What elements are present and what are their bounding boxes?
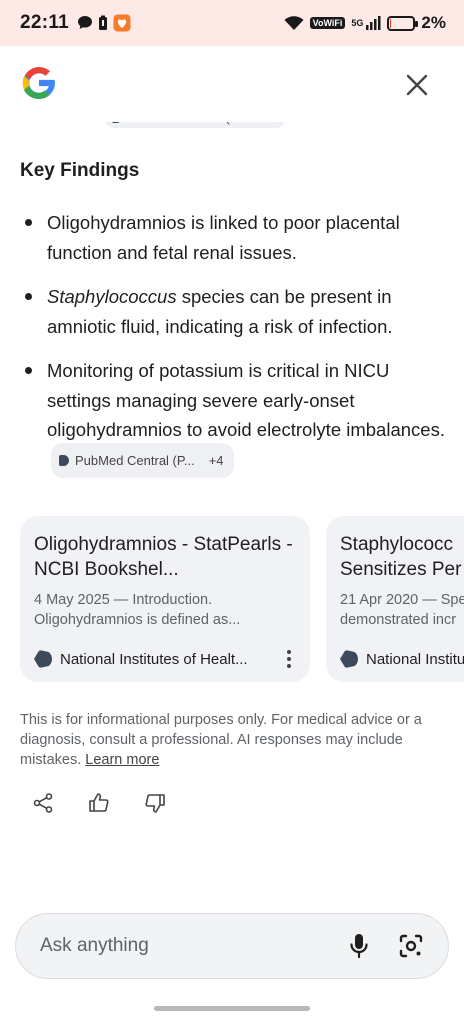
lens-button[interactable] [396, 931, 426, 961]
mic-button[interactable] [344, 931, 374, 961]
source-cards-carousel[interactable]: Oligohydramnios - StatPearls - NCBI Book… [20, 516, 464, 682]
source-card[interactable]: Staphylococc Sensitizes Per 21 Apr 2020 … [326, 516, 464, 682]
card-snippet-line: demonstrated incr [340, 612, 457, 628]
card-title: Oligohydramnios - StatPearls - NCBI Book… [34, 534, 293, 580]
source-name: National Institu [366, 650, 464, 668]
close-button[interactable] [400, 68, 434, 102]
ask-bar[interactable] [15, 913, 449, 979]
card-snippet-line: 4 May 2025 — Introduction. [34, 592, 213, 608]
ai-answer-content: levels. PubMed Central (P... +4 Key Find… [0, 0, 464, 1023]
bullet-text: Monitoring of potassium is critical in N… [47, 360, 445, 440]
ask-input[interactable] [40, 935, 344, 957]
findings-list: Oligohydramnios is linked to poor placen… [0, 208, 464, 495]
list-item: Staphylococcus species can be present in… [0, 282, 464, 341]
app-header [0, 46, 464, 122]
learn-more-link[interactable]: Learn more [85, 752, 159, 768]
source-name: National Institutes of Healt... [60, 650, 248, 668]
close-icon [406, 74, 428, 96]
list-item: Monitoring of potassium is critical in N… [0, 356, 464, 480]
disclaimer-text: This is for informational purposes only.… [20, 712, 422, 768]
source-card[interactable]: Oligohydramnios - StatPearls - NCBI Book… [20, 516, 310, 682]
microphone-icon [350, 934, 368, 959]
card-source: National Institu [340, 650, 464, 668]
feedback-actions [30, 790, 168, 816]
thumbs-up-icon[interactable] [86, 790, 112, 816]
chip-count: +4 [208, 452, 224, 468]
google-logo [22, 67, 57, 99]
source-site-icon [340, 650, 358, 668]
chip-label: PubMed Central (P... [75, 452, 195, 468]
more-options-icon[interactable] [282, 650, 296, 668]
section-title: Key Findings [20, 160, 140, 181]
card-source: National Institutes of Healt... [34, 650, 296, 668]
home-indicator[interactable] [154, 1006, 310, 1011]
bullet-italic-text: Staphylococcus [47, 286, 177, 307]
share-icon[interactable] [30, 790, 56, 816]
source-chip[interactable]: PubMed Central (P... +4 [51, 442, 234, 478]
source-site-icon [34, 650, 52, 668]
bullet-text: Oligohydramnios is linked to poor placen… [47, 212, 400, 263]
card-snippet-line: 21 Apr 2020 — Spe [340, 592, 464, 608]
thumbs-down-icon[interactable] [142, 790, 168, 816]
google-lens-icon [399, 934, 423, 958]
ai-disclaimer: This is for informational purposes only.… [20, 710, 440, 770]
card-snippet-line: Oligohydramnios is defined as... [34, 612, 241, 628]
card-title: Staphylococc Sensitizes Per [340, 534, 462, 580]
list-item: Oligohydramnios is linked to poor placen… [0, 208, 464, 267]
source-icon [59, 454, 69, 466]
